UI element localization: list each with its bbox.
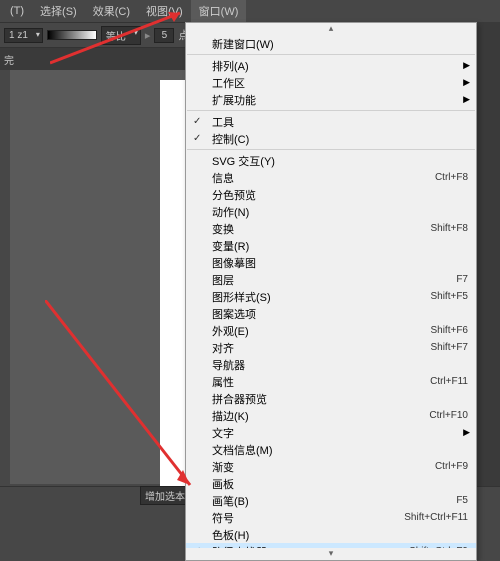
menu-item[interactable]: ✓ 工具: [186, 113, 476, 130]
menu-select[interactable]: 选择(S): [32, 0, 85, 22]
menu-item-label: 描边(K): [212, 408, 249, 424]
menu-item-label: 属性: [212, 374, 234, 390]
menu-item-label: 符号: [212, 510, 234, 526]
menu-shortcut: Ctrl+F11: [430, 376, 468, 387]
menu-item-label: 变量(R): [212, 238, 249, 254]
menu-shortcut: F7: [456, 274, 468, 285]
menu-item-label: 画笔(B): [212, 493, 249, 509]
menu-item[interactable]: 图案选项: [186, 305, 476, 322]
menu-item[interactable]: 图形样式(S) Shift+F5: [186, 288, 476, 305]
menu-item[interactable]: 新建窗口(W): [186, 35, 476, 52]
chevron-right-icon: ▶: [463, 77, 470, 88]
menu-item-label: 对齐: [212, 340, 234, 356]
chevron-right-icon: ▶: [463, 60, 470, 71]
menu-shortcut: Shift+F6: [430, 325, 468, 336]
menu-item-label: 图案选项: [212, 306, 256, 322]
menu-item[interactable]: 动作(N): [186, 203, 476, 220]
menu-shortcut: F5: [456, 495, 468, 506]
menu-scroll-down[interactable]: ▾: [186, 548, 476, 560]
menu-item-label: 渐变: [212, 459, 234, 475]
menu-item[interactable]: 色板(H): [186, 526, 476, 543]
menu-shortcut: Shift+Ctrl+F11: [404, 512, 468, 523]
menu-shortcut: Ctrl+F10: [429, 410, 468, 421]
menu-item[interactable]: 工作区 ▶: [186, 74, 476, 91]
menu-item[interactable]: SVG 交互(Y): [186, 152, 476, 169]
stroke-slider[interactable]: [47, 30, 97, 40]
menu-item[interactable]: 图像摹图: [186, 254, 476, 271]
menu-t[interactable]: (T): [2, 2, 32, 20]
menu-shortcut: Shift+F8: [430, 223, 468, 234]
menu-item[interactable]: 符号 Shift+Ctrl+F11: [186, 509, 476, 526]
chevron-right-icon: ▶: [463, 94, 470, 105]
menu-item-label: 信息: [212, 170, 234, 186]
menu-item[interactable]: 文档信息(M): [186, 441, 476, 458]
chevron-right-icon: ▶: [463, 427, 470, 438]
menu-item[interactable]: ✓ 控制(C): [186, 130, 476, 147]
menu-separator: [187, 110, 475, 111]
menu-item[interactable]: 信息 Ctrl+F8: [186, 169, 476, 186]
menu-window[interactable]: 窗口(W): [191, 0, 247, 22]
menu-item-label: 控制(C): [212, 131, 249, 147]
menu-item-label: SVG 交互(Y): [212, 153, 275, 169]
menu-item-label: 分色预览: [212, 187, 256, 203]
menu-item-label: 扩展功能: [212, 92, 256, 108]
menu-item[interactable]: 对齐 Shift+F7: [186, 339, 476, 356]
menu-item[interactable]: 变量(R): [186, 237, 476, 254]
point-input[interactable]: 5: [154, 28, 174, 43]
menu-item-label: 文档信息(M): [212, 442, 273, 458]
menu-item[interactable]: 排列(A) ▶: [186, 57, 476, 74]
menu-item[interactable]: 扩展功能 ▶: [186, 91, 476, 108]
menu-item-label: 排列(A): [212, 58, 249, 74]
menu-item[interactable]: 外观(E) Shift+F6: [186, 322, 476, 339]
menu-item[interactable]: 文字 ▶: [186, 424, 476, 441]
menu-item[interactable]: 画板: [186, 475, 476, 492]
menu-separator: [187, 149, 475, 150]
menu-shortcut: Ctrl+F8: [435, 172, 468, 183]
menu-item-label: 色板(H): [212, 527, 249, 543]
menu-item[interactable]: 属性 Ctrl+F11: [186, 373, 476, 390]
menu-item[interactable]: 导航器: [186, 356, 476, 373]
menu-shortcut: Shift+F7: [430, 342, 468, 353]
menu-item[interactable]: 画笔(B) F5: [186, 492, 476, 509]
menu-separator: [187, 54, 475, 55]
menu-scroll-up[interactable]: ▴: [186, 23, 476, 35]
tab[interactable]: 完: [4, 52, 14, 67]
menu-item[interactable]: 图层 F7: [186, 271, 476, 288]
menu-item-label: 变换: [212, 221, 234, 237]
menu-item-label: 图层: [212, 272, 234, 288]
menu-item[interactable]: 分色预览: [186, 186, 476, 203]
menu-item-label: 图像摹图: [212, 255, 256, 271]
menu-item-label: 新建窗口(W): [212, 36, 274, 52]
style-dropdown[interactable]: 等比: [101, 26, 141, 45]
menu-item[interactable]: 变换 Shift+F8: [186, 220, 476, 237]
menu-item-label: 拼合器预览: [212, 391, 267, 407]
window-menu: ▴ 新建窗口(W) 排列(A) ▶ 工作区 ▶ 扩展功能 ▶ ✓ 工具 ✓ 控制(C) SVG 交互(…: [185, 22, 477, 561]
zoom-dropdown[interactable]: 1 z1: [4, 28, 43, 43]
menu-view[interactable]: 视图(V): [138, 0, 191, 22]
menu-item-label: 导航器: [212, 357, 245, 373]
menu-item-label: 动作(N): [212, 204, 249, 220]
check-icon: ✓: [193, 133, 201, 144]
check-icon: ✓: [193, 116, 201, 127]
menu-item-label: 工作区: [212, 75, 245, 91]
menubar: (T) 选择(S) 效果(C) 视图(V) 窗口(W): [0, 0, 500, 22]
menu-shortcut: Ctrl+F9: [435, 461, 468, 472]
menu-effect[interactable]: 效果(C): [85, 0, 138, 22]
menu-item-label: 工具: [212, 114, 234, 130]
menu-item[interactable]: 拼合器预览: [186, 390, 476, 407]
menu-item-label: 文字: [212, 425, 234, 441]
menu-shortcut: Shift+F5: [430, 291, 468, 302]
menu-item-label: 图形样式(S): [212, 289, 271, 305]
menu-item[interactable]: 描边(K) Ctrl+F10: [186, 407, 476, 424]
menu-item[interactable]: 渐变 Ctrl+F9: [186, 458, 476, 475]
menu-item-label: 外观(E): [212, 323, 249, 339]
menu-item-label: 画板: [212, 476, 234, 492]
